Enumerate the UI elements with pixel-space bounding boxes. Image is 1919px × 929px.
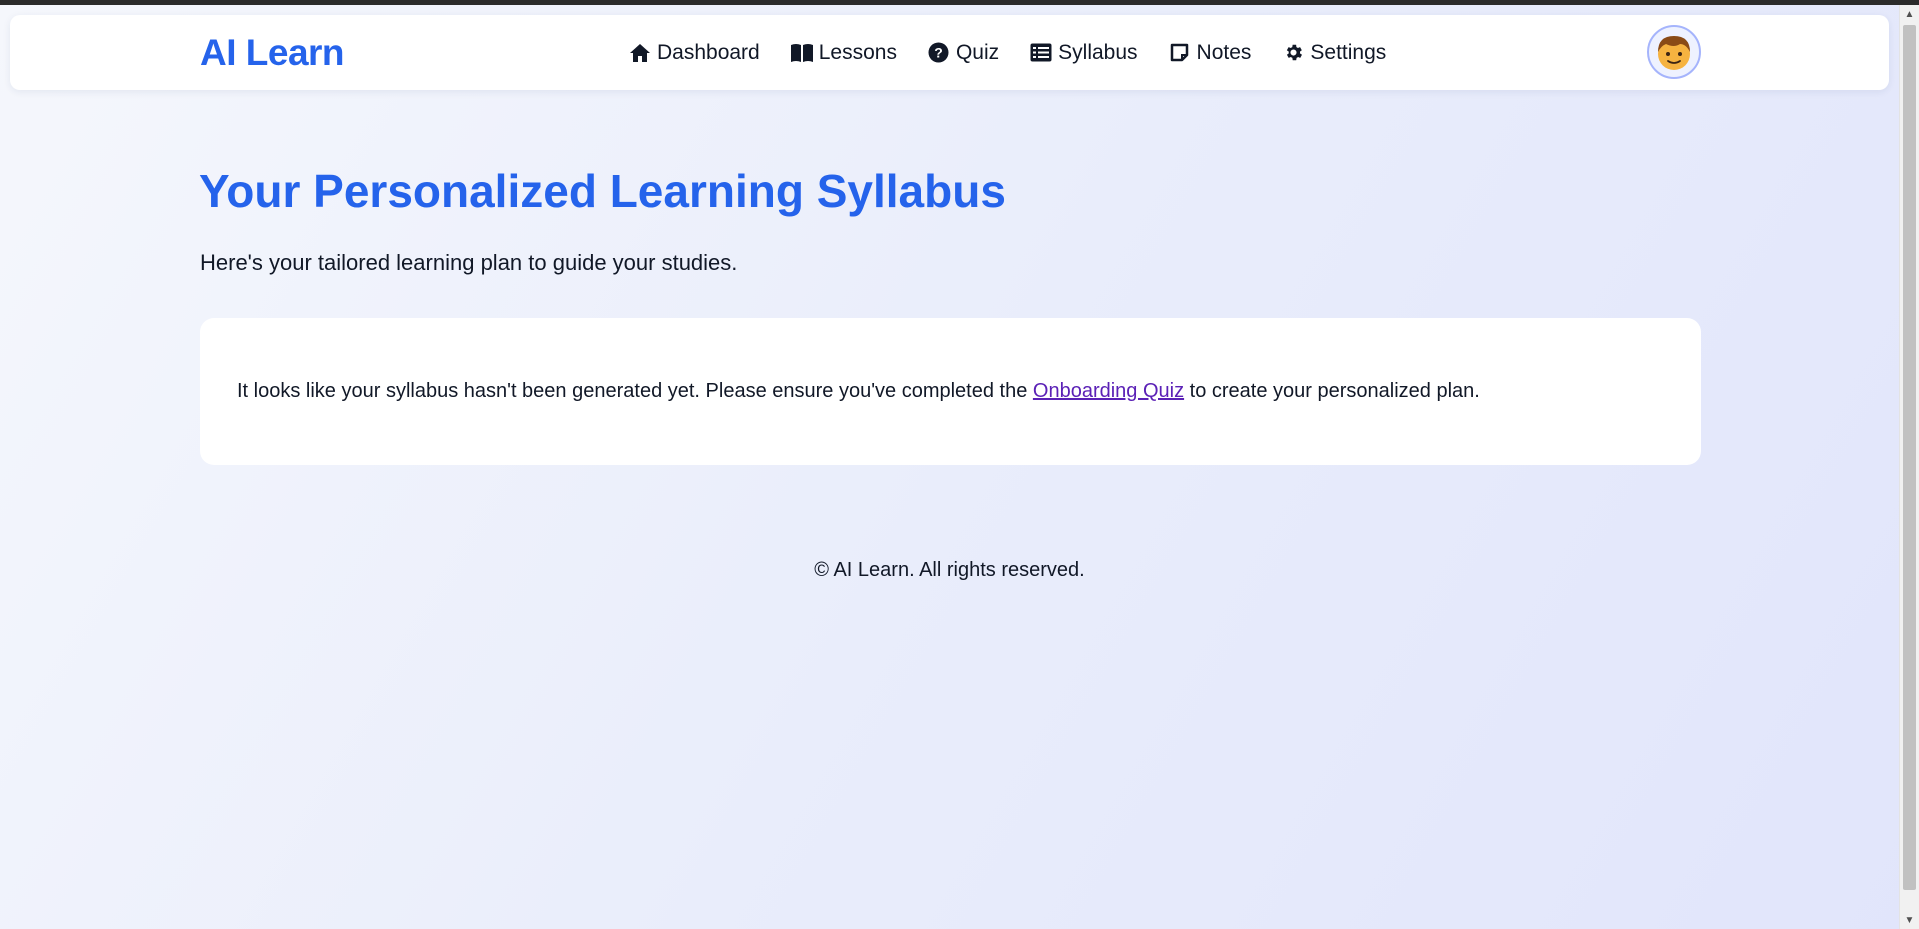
top-navbar: AI Learn Dashboard Lessons ? Quiz Syllab… xyxy=(10,15,1889,90)
page-title: Your Personalized Learning Syllabus xyxy=(199,165,1006,217)
page-subtitle: Here's your tailored learning plan to gu… xyxy=(200,250,738,275)
nav-item-notes[interactable]: Notes xyxy=(1168,40,1252,65)
scroll-down-arrow-icon[interactable]: ▼ xyxy=(1900,911,1919,929)
browser-top-strip xyxy=(0,0,1919,5)
nav-item-label: Lessons xyxy=(818,40,897,64)
book-icon xyxy=(790,41,814,65)
question-circle-icon: ? xyxy=(927,41,951,65)
brand-logo[interactable]: AI Learn xyxy=(200,15,345,90)
gear-icon xyxy=(1281,41,1305,65)
nav-item-label: Syllabus xyxy=(1058,40,1138,64)
notice-text-after: to create your personalized plan. xyxy=(1184,380,1480,402)
nav-item-quiz[interactable]: ? Quiz xyxy=(927,41,999,65)
nav-item-settings[interactable]: Settings xyxy=(1281,41,1386,65)
nav-item-label: Quiz xyxy=(955,40,1000,64)
list-icon xyxy=(1029,41,1053,65)
onboarding-quiz-link[interactable]: Onboarding Quiz xyxy=(1033,380,1184,402)
syllabus-notice-card: It looks like your syllabus hasn't been … xyxy=(200,318,1701,465)
nav-item-label: Dashboard xyxy=(657,40,760,64)
notice-text-before: It looks like your syllabus hasn't been … xyxy=(237,380,1033,402)
scrollbar-thumb[interactable] xyxy=(1903,25,1916,890)
scroll-up-arrow-icon[interactable]: ▲ xyxy=(1900,5,1919,23)
footer-copyright: © AI Learn. All rights reserved. xyxy=(814,559,1085,581)
nav-links: Dashboard Lessons ? Quiz Syllabus Notes xyxy=(628,15,1386,90)
note-icon xyxy=(1168,41,1192,65)
boy-face-avatar-icon xyxy=(1658,36,1690,70)
avatar[interactable] xyxy=(1647,25,1701,79)
nav-item-label: Settings xyxy=(1310,40,1387,64)
nav-item-syllabus[interactable]: Syllabus xyxy=(1029,40,1138,65)
svg-text:?: ? xyxy=(935,45,944,61)
syllabus-notice-text: It looks like your syllabus hasn't been … xyxy=(237,380,1480,403)
home-icon xyxy=(628,41,652,65)
nav-item-lessons[interactable]: Lessons xyxy=(790,41,897,65)
nav-item-dashboard[interactable]: Dashboard xyxy=(628,41,760,65)
page-scrollbar[interactable]: ▲ ▼ xyxy=(1899,5,1919,929)
nav-item-label: Notes xyxy=(1196,40,1252,64)
